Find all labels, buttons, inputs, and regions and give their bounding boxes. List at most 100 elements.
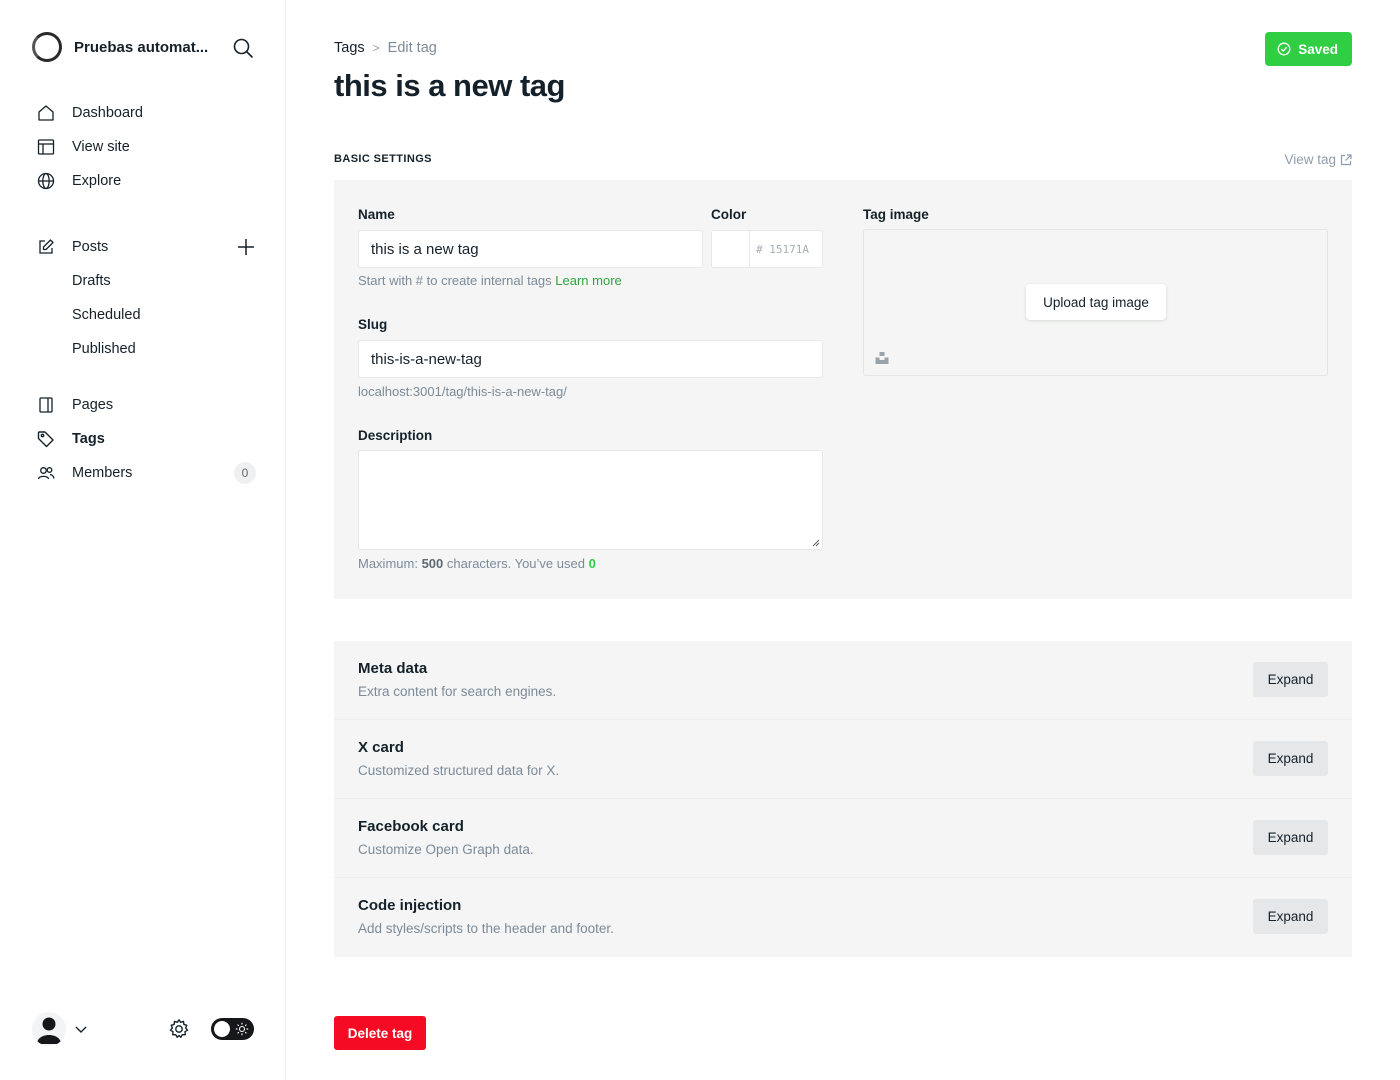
meta-data-section: Meta data Extra content for search engin…	[334, 641, 1352, 720]
delete-tag-button[interactable]: Delete tag	[334, 1016, 426, 1050]
site-brand[interactable]: Pruebas automat...	[32, 32, 214, 62]
tag-icon	[36, 429, 56, 449]
nav-tags[interactable]: Tags	[36, 422, 258, 456]
nav-members[interactable]: Members 0	[36, 456, 258, 490]
nav-pages[interactable]: Pages	[36, 388, 258, 422]
pages-icon	[36, 395, 56, 415]
home-icon	[36, 103, 56, 123]
nav-label: Members	[72, 465, 133, 481]
nav-label: Tags	[72, 431, 105, 447]
sidebar: Pruebas automat... Dashboard View site E…	[0, 0, 286, 1080]
primary-nav: Dashboard View site Explore	[36, 96, 258, 198]
toggle-knob	[214, 1021, 230, 1037]
nav-drafts[interactable]: Drafts	[36, 264, 258, 298]
section-title: X card	[358, 739, 404, 756]
nav-explore[interactable]: Explore	[36, 164, 258, 198]
saved-label: Saved	[1298, 41, 1338, 57]
color-swatch[interactable]	[712, 231, 750, 267]
name-label: Name	[358, 207, 395, 222]
sidebar-footer	[32, 1010, 256, 1048]
new-post-plus-icon[interactable]	[236, 237, 256, 257]
view-tag-link[interactable]: View tag	[1284, 152, 1352, 167]
section-description: Extra content for search engines.	[358, 684, 557, 699]
breadcrumb-current: Edit tag	[387, 40, 437, 56]
site-logo	[32, 32, 62, 62]
check-circle-icon	[1277, 42, 1291, 56]
saved-button[interactable]: Saved	[1265, 32, 1352, 66]
x-card-section: X card Customized structured data for X.…	[334, 720, 1352, 799]
expand-facebook-card-button[interactable]: Expand	[1253, 820, 1328, 855]
tag-image-label: Tag image	[863, 207, 929, 222]
expand-code-injection-button[interactable]: Expand	[1253, 899, 1328, 934]
section-title: Meta data	[358, 660, 428, 677]
chevron-right-icon: >	[372, 41, 380, 55]
breadcrumb-tags-link[interactable]: Tags	[334, 40, 365, 56]
desc-hint-prefix: Maximum:	[358, 556, 418, 571]
section-description: Customize Open Graph data.	[358, 842, 534, 857]
expand-meta-data-button[interactable]: Expand	[1253, 662, 1328, 697]
color-hex-input[interactable]: # 15171A	[750, 231, 809, 267]
color-picker[interactable]: # 15171A	[711, 230, 823, 268]
code-injection-section: Code injection Add styles/scripts to the…	[334, 878, 1352, 957]
tag-image-dropzone[interactable]: Upload tag image	[863, 229, 1328, 376]
desc-max: 500	[421, 556, 444, 571]
secondary-nav: Pages Tags Members 0	[36, 388, 258, 490]
search-icon[interactable]	[232, 37, 254, 59]
user-avatar[interactable]	[32, 1012, 66, 1046]
unsplash-icon[interactable]	[874, 350, 890, 366]
nav-label: Scheduled	[72, 307, 141, 323]
desc-used-count: 0	[588, 556, 596, 571]
chevron-down-icon[interactable]	[74, 1022, 88, 1036]
members-icon	[36, 463, 56, 483]
members-count-badge: 0	[234, 462, 256, 484]
section-title: Facebook card	[358, 818, 464, 835]
layout-icon	[36, 137, 56, 157]
site-name: Pruebas automat...	[74, 38, 209, 56]
description-label: Description	[358, 428, 433, 443]
nav-label: Published	[72, 341, 136, 357]
name-input[interactable]: this is a new tag	[358, 230, 703, 268]
nav-label: Posts	[72, 239, 109, 255]
nav-published[interactable]: Published	[36, 332, 258, 366]
nav-label: Pages	[72, 397, 114, 413]
basic-settings-panel: Name this is a new tag Start with # to c…	[334, 180, 1352, 599]
nav-view-site[interactable]: View site	[36, 130, 258, 164]
basic-settings-label: BASIC SETTINGS	[334, 153, 432, 165]
gear-icon[interactable]	[168, 1018, 190, 1040]
nav-label: View site	[72, 139, 130, 155]
nav-posts[interactable]: Posts	[36, 230, 258, 264]
upload-tag-image-button[interactable]: Upload tag image	[1026, 284, 1166, 320]
nav-label: Drafts	[72, 273, 111, 289]
color-label: Color	[711, 207, 747, 222]
slug-input[interactable]: this-is-a-new-tag	[358, 340, 823, 378]
facebook-card-section: Facebook card Customize Open Graph data.…	[334, 799, 1352, 878]
learn-more-link[interactable]: Learn more	[555, 273, 621, 288]
sun-icon	[235, 1022, 249, 1036]
theme-toggle[interactable]	[211, 1018, 254, 1040]
slug-label: Slug	[358, 317, 388, 332]
globe-icon	[36, 171, 56, 191]
nav-dashboard[interactable]: Dashboard	[36, 96, 258, 130]
slug-url: localhost:3001/tag/this-is-a-new-tag/	[358, 384, 567, 399]
external-link-icon	[1340, 153, 1352, 165]
expand-x-card-button[interactable]: Expand	[1253, 741, 1328, 776]
nav-label: Dashboard	[72, 105, 143, 121]
description-hint: Maximum: 500 characters. You’ve used 0	[358, 556, 596, 571]
description-textarea[interactable]	[358, 450, 823, 550]
breadcrumb: Tags > Edit tag	[334, 40, 437, 56]
name-hint: Start with # to create internal tags Lea…	[358, 273, 622, 288]
page-title: this is a new tag	[334, 68, 565, 103]
view-tag-label: View tag	[1284, 152, 1336, 167]
nav-label: Explore	[72, 173, 122, 189]
desc-hint-middle: characters. You’ve used	[446, 556, 585, 571]
section-title: Code injection	[358, 897, 462, 914]
user-icon	[37, 1017, 61, 1044]
section-description: Customized structured data for X.	[358, 763, 560, 778]
edit-icon	[36, 237, 56, 257]
resize-grip-icon[interactable]	[812, 539, 820, 547]
section-description: Add styles/scripts to the header and foo…	[358, 921, 614, 936]
posts-nav: Posts Drafts Scheduled Published	[36, 230, 258, 366]
name-hint-text: Start with # to create internal tags	[358, 273, 552, 288]
nav-scheduled[interactable]: Scheduled	[36, 298, 258, 332]
collapsible-sections: Meta data Extra content for search engin…	[334, 641, 1352, 957]
